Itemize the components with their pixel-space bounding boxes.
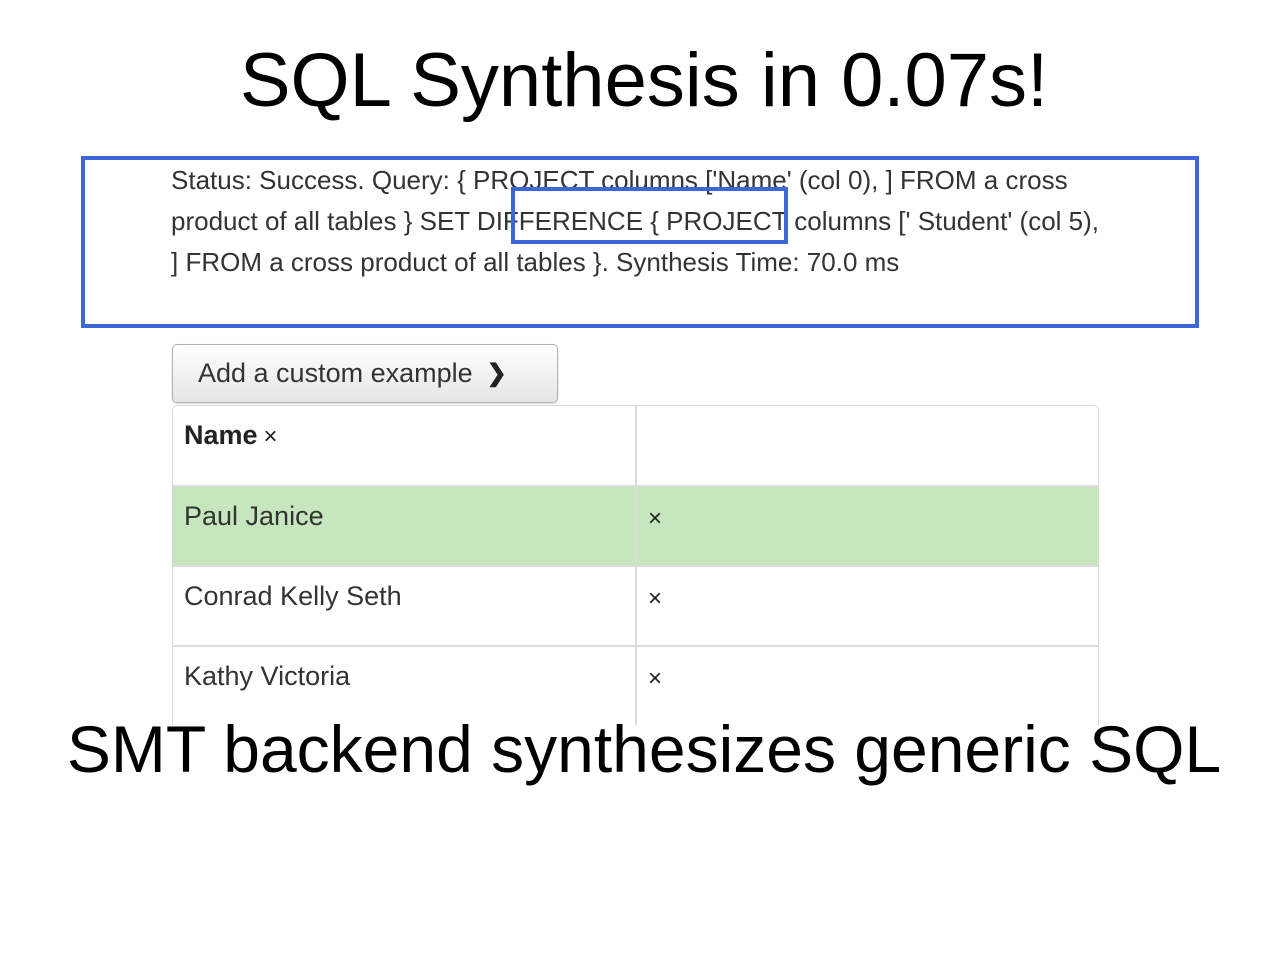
set-difference-highlight: [511, 187, 788, 244]
remove-row-icon[interactable]: ×: [648, 665, 662, 693]
slide-footer: SMT backend synthesizes generic SQL: [66, 712, 1222, 786]
cell-name[interactable]: Paul Janice: [173, 486, 637, 567]
table-row: Paul Janice ×: [173, 486, 1098, 567]
column-header-empty: [636, 406, 1098, 487]
column-header-name: Name ×: [173, 406, 637, 487]
remove-column-icon[interactable]: ×: [264, 423, 278, 450]
column-header-label: Name: [184, 420, 258, 450]
cell-name[interactable]: Conrad Kelly Seth: [173, 566, 637, 647]
add-custom-example-button[interactable]: Add a custom example ❯: [172, 344, 558, 403]
cell-remove: ×: [636, 486, 1098, 567]
examples-table-container: Name × Paul Janice × Conrad Kelly Seth × …: [172, 405, 1099, 725]
slide-title: SQL Synthesis in 0.07s!: [239, 38, 1049, 123]
cell-remove: ×: [636, 566, 1098, 647]
examples-table: Name × Paul Janice × Conrad Kelly Seth × …: [173, 406, 1098, 725]
remove-row-icon[interactable]: ×: [648, 505, 662, 533]
remove-row-icon[interactable]: ×: [648, 585, 662, 613]
add-custom-example-label: Add a custom example: [198, 358, 473, 388]
chevron-right-icon: ❯: [486, 360, 507, 387]
table-header-row: Name ×: [173, 406, 1098, 487]
table-row: Conrad Kelly Seth ×: [173, 566, 1098, 647]
